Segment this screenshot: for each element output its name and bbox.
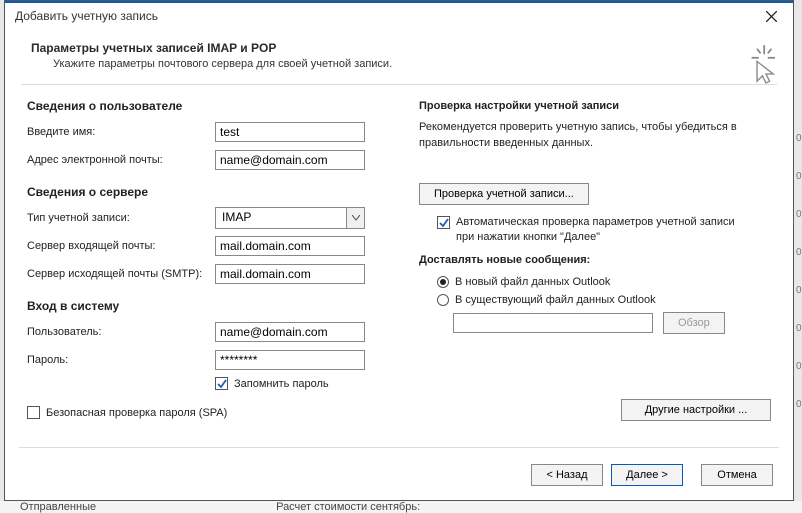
header-subtitle: Укажите параметры почтового сервера для …	[53, 58, 773, 70]
test-account-button[interactable]: Проверка учетной записи...	[419, 183, 589, 205]
radio-existing-label: В существующий файл данных Outlook	[455, 294, 656, 306]
data-file-path-input	[453, 313, 653, 333]
deliver-heading: Доставлять новые сообщения:	[419, 253, 771, 268]
cursor-click-icon	[739, 45, 775, 85]
email-label: Адрес электронной почты:	[27, 154, 215, 166]
close-button[interactable]	[749, 3, 793, 29]
username-input[interactable]	[215, 322, 365, 342]
outgoing-server-label: Сервер исходящей почты (SMTP):	[27, 268, 215, 280]
browse-button[interactable]: Обзор	[663, 312, 725, 334]
spa-checkbox[interactable]	[27, 406, 40, 419]
dialog-header: Параметры учетных записей IMAP и POP Ука…	[5, 29, 793, 78]
back-button[interactable]: < Назад	[531, 464, 603, 486]
spa-label: Безопасная проверка пароля (SPA)	[46, 407, 227, 419]
close-icon	[766, 11, 777, 22]
account-type-value: IMAP	[216, 208, 346, 228]
name-label: Введите имя:	[27, 126, 215, 138]
user-info-heading: Сведения о пользователе	[27, 99, 397, 113]
remember-password-checkbox[interactable]	[215, 377, 228, 390]
header-title: Параметры учетных записей IMAP и POP	[31, 41, 773, 55]
password-label: Пароль:	[27, 354, 215, 366]
bg-stub-text: Расчет стоимости сентябрь:	[276, 501, 420, 513]
test-settings-desc: Рекомендуется проверить учетную запись, …	[419, 120, 771, 151]
account-type-select[interactable]: IMAP	[215, 207, 365, 229]
login-heading: Вход в систему	[27, 299, 397, 313]
incoming-server-label: Сервер входящей почты:	[27, 240, 215, 252]
remember-password-label: Запомнить пароль	[234, 378, 329, 390]
outgoing-server-input[interactable]	[215, 264, 365, 284]
add-account-dialog: Добавить учетную запись Параметры учетны…	[4, 0, 794, 501]
bg-folder-label: Отправленные	[20, 501, 96, 513]
username-label: Пользователь:	[27, 326, 215, 338]
bg-edge-marks: 00000000	[796, 120, 802, 424]
chevron-down-icon	[346, 208, 364, 228]
incoming-server-input[interactable]	[215, 236, 365, 256]
auto-test-label: Автоматическая проверка параметров учетн…	[456, 215, 736, 245]
account-type-label: Тип учетной записи:	[27, 212, 215, 224]
radio-existing-data-file[interactable]	[437, 294, 449, 306]
server-info-heading: Сведения о сервере	[27, 185, 397, 199]
cancel-button[interactable]: Отмена	[701, 464, 773, 486]
next-button[interactable]: Далее >	[611, 464, 683, 486]
radio-new-label: В новый файл данных Outlook	[455, 276, 610, 288]
footer-separator	[19, 447, 779, 448]
other-settings-button[interactable]: Другие настройки ...	[621, 399, 771, 421]
auto-test-checkbox[interactable]	[437, 216, 450, 229]
titlebar: Добавить учетную запись	[5, 1, 793, 29]
name-input[interactable]	[215, 122, 365, 142]
password-input[interactable]	[215, 350, 365, 370]
window-title: Добавить учетную запись	[15, 9, 749, 23]
radio-new-data-file[interactable]	[437, 276, 449, 288]
email-input[interactable]	[215, 150, 365, 170]
test-settings-heading: Проверка настройки учетной записи	[419, 99, 771, 114]
